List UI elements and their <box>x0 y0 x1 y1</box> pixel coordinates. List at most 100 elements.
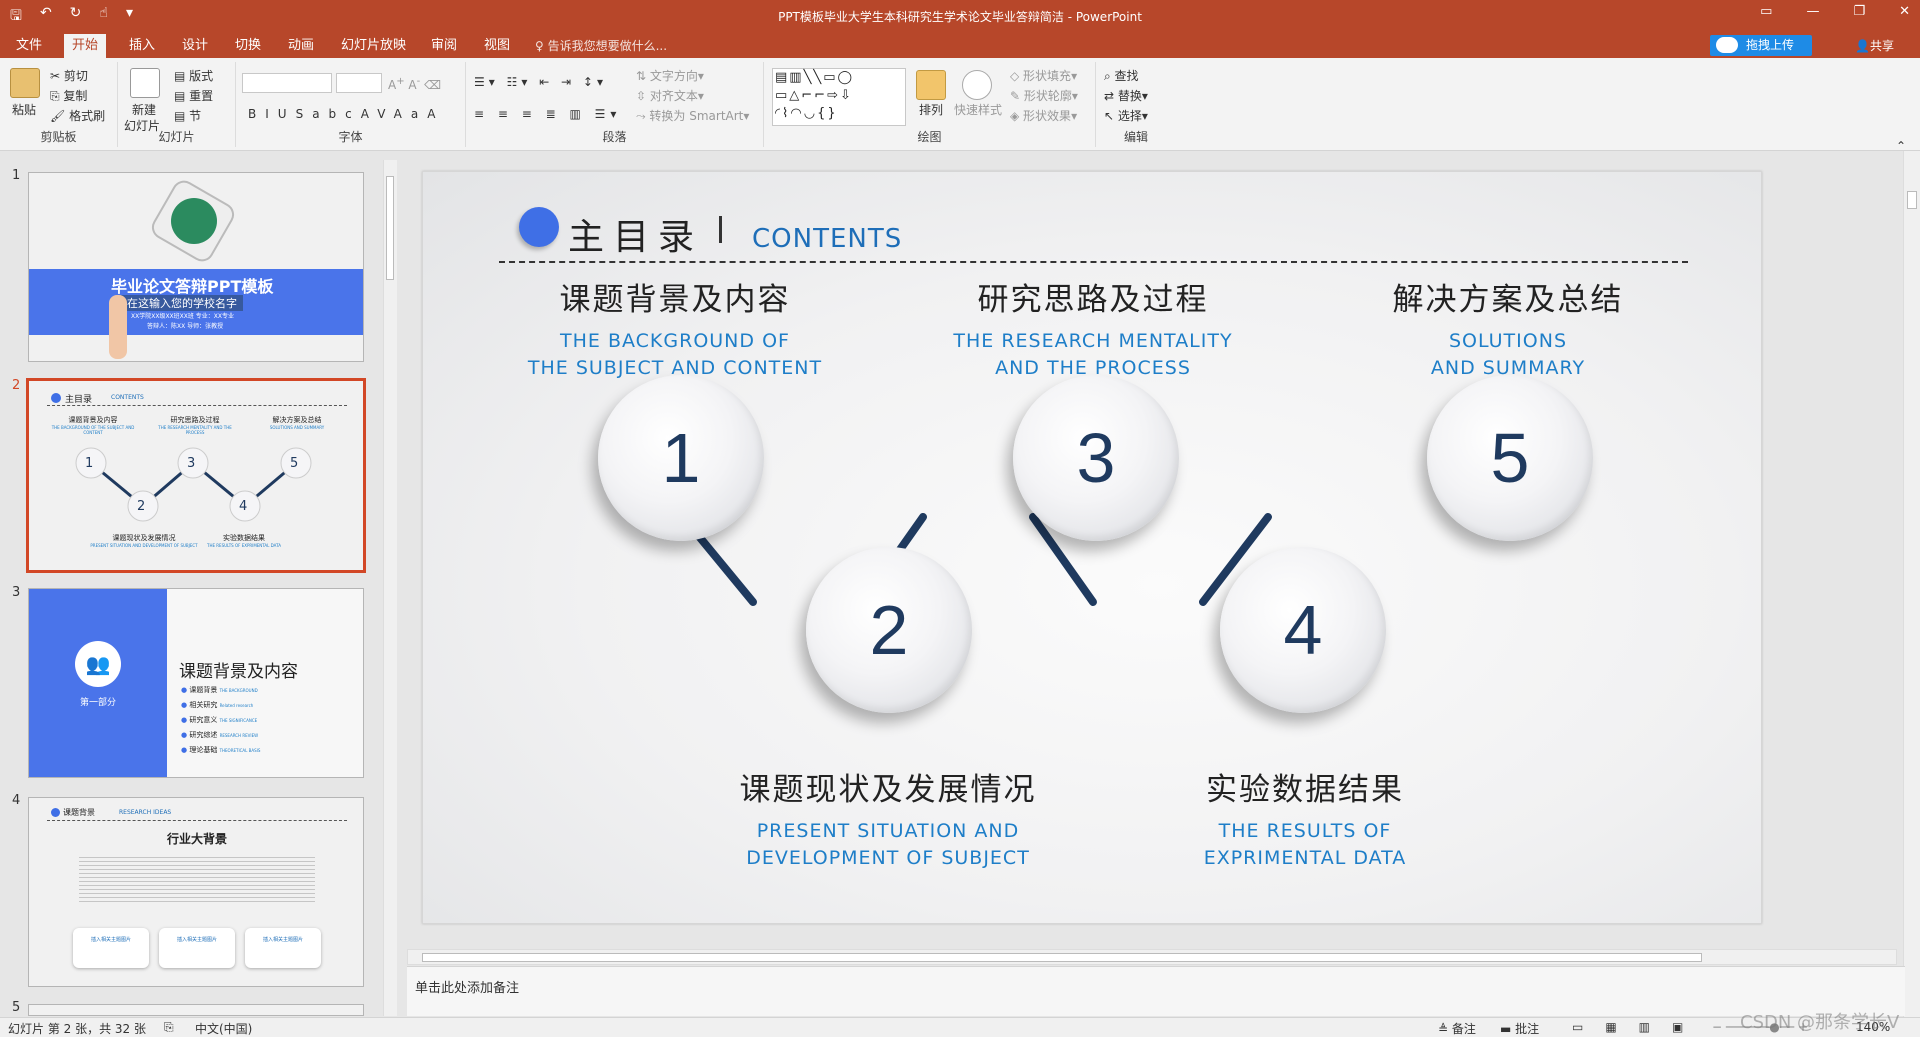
circle-2[interactable]: 2 <box>806 547 972 713</box>
caption-3[interactable]: 研究思路及过程 THE RESEARCH MENTALITY AND THE PR… <box>913 280 1273 382</box>
close-icon[interactable]: ✕ <box>1899 4 1910 19</box>
thumbnail-slide-2[interactable]: 主目录 CONTENTS 1 2 3 4 5 课题背景及内容 THE BACKGR… <box>26 378 366 573</box>
thumbnail-slide-1[interactable]: 毕业论文答辩PPT模板 在这输入您的学校名字 XX学院XX级XX班XX班 专业：… <box>28 172 364 362</box>
list-buttons[interactable]: ☰▾ ☷▾ ⇤ ⇥ ↕▾ <box>474 74 607 90</box>
font-format-buttons[interactable]: BIUSabcAVAaA <box>248 106 444 122</box>
notes-toggle[interactable]: ≜ 备注 <box>1438 1020 1476 1037</box>
caption-4-en-line1: THE RESULTS OF <box>1218 820 1392 842</box>
language-indicator[interactable]: 中文(中国) <box>195 1020 252 1037</box>
thumbnail-scrollbar[interactable] <box>383 160 397 1016</box>
notes-pane[interactable]: 单击此处添加备注 <box>407 966 1905 1016</box>
notes-placeholder[interactable]: 单击此处添加备注 <box>415 977 519 996</box>
arrange-button[interactable]: 排列 <box>919 102 943 118</box>
quick-styles-button[interactable]: 快速样式 <box>954 102 1002 118</box>
change-case-button[interactable]: Aa <box>394 107 428 121</box>
shapes-gallery[interactable]: ▤▥╲╲▭◯ ▭△⌐⌐⇨⇩ ◜⌇◠◡{} <box>772 68 906 126</box>
restore-icon[interactable]: ❐ <box>1853 4 1865 19</box>
shape-effects-button[interactable]: ◈ 形状效果▾ <box>1010 108 1077 124</box>
slide-scroll-thumb[interactable] <box>1907 191 1917 209</box>
thumb3-item: ● 课题背景 THE BACKGROUND <box>181 686 258 694</box>
new-slide-icon[interactable] <box>130 68 160 98</box>
minimize-icon[interactable]: — <box>1806 4 1819 19</box>
thumb2-cap-3-en: THE RESEARCH MENTALITY AND THE PROCESS <box>158 425 232 435</box>
char-spacing-button[interactable]: AV <box>361 107 394 121</box>
spellcheck-icon[interactable]: ⎘ <box>164 1020 174 1035</box>
horizontal-scroll-thumb[interactable] <box>422 953 1702 962</box>
comments-toggle[interactable]: ▬ 批注 <box>1500 1020 1539 1037</box>
thumb3-item-zh: 研究意义 <box>189 716 218 724</box>
cut-button[interactable]: ✂ 剪切 <box>50 68 88 84</box>
find-button[interactable]: ⌕ 查找 <box>1104 68 1139 84</box>
tab-file[interactable]: 文件 <box>8 34 50 58</box>
text-direction-label: 文字方向 <box>649 69 698 83</box>
align-buttons[interactable]: ≡ ≡ ≡ ≣ ▥ ☰▾ <box>474 106 621 122</box>
shape-fill-label: 形状填充 <box>1023 69 1072 83</box>
bold-button[interactable]: B <box>248 107 265 121</box>
caption-4-en: THE RESULTS OF EXPRIMENTAL DATA <box>1125 818 1485 872</box>
circle-1[interactable]: 1 <box>598 375 764 541</box>
font-color-button[interactable]: A <box>427 107 444 121</box>
view-buttons[interactable]: ▭▦▥▣ <box>1572 1020 1705 1034</box>
tab-view[interactable]: 视图 <box>476 34 518 58</box>
align-text-button[interactable]: ⇳ 对齐文本▾ <box>636 88 704 104</box>
section-button[interactable]: ▤ 节 <box>174 108 201 124</box>
caption-1[interactable]: 课题背景及内容 THE BACKGROUND OF THE SUBJECT AND… <box>495 280 855 382</box>
reset-button[interactable]: ▤ 重置 <box>174 88 213 104</box>
font-size-input[interactable] <box>336 73 382 93</box>
paste-button[interactable]: 粘贴 <box>12 102 36 118</box>
arrange-icon[interactable] <box>916 70 946 100</box>
thumbnail-scroll-thumb[interactable] <box>386 176 394 280</box>
thumb2-cap-1: 课题背景及内容 THE BACKGROUND OF THE SUBJECT AND… <box>49 415 137 435</box>
new-slide-button[interactable]: 新建 <box>132 102 156 118</box>
window-controls: ▭ — ❐ ✕ <box>1760 4 1910 19</box>
thumb4-title: 课题背景 <box>63 808 95 817</box>
slide-vertical-scrollbar[interactable] <box>1903 151 1920 1017</box>
select-button[interactable]: ↖ 选择▾ <box>1104 108 1148 124</box>
tab-animations[interactable]: 动画 <box>280 34 322 58</box>
caption-4[interactable]: 实验数据结果 THE RESULTS OF EXPRIMENTAL DATA <box>1125 770 1485 872</box>
layout-button[interactable]: ▤ 版式 <box>174 68 213 84</box>
circle-4[interactable]: 4 <box>1220 547 1386 713</box>
thumbnail-slide-5[interactable] <box>28 1004 364 1016</box>
paste-icon[interactable] <box>10 68 40 98</box>
notes-toggle-label: 备注 <box>1451 1022 1476 1036</box>
tab-review[interactable]: 审阅 <box>423 34 465 58</box>
thumbnail-slide-3[interactable]: 👥 第一部分 课题背景及内容 ● 课题背景 THE BACKGROUND ● 相… <box>28 588 364 778</box>
font-name-input[interactable] <box>242 73 332 93</box>
format-painter-button[interactable]: 🖌 格式刷 <box>50 108 105 124</box>
current-slide[interactable]: 主目录 CONTENTS 1 2 3 4 5 课题背景及内容 THE BACKG… <box>422 171 1762 924</box>
tell-me-search[interactable]: ♀ 告诉我您想要做什么... <box>535 34 667 58</box>
ribbon-display-icon[interactable]: ▭ <box>1760 4 1772 19</box>
caption-5-en-line1: SOLUTIONS <box>1449 330 1567 352</box>
drawing-group: ▤▥╲╲▭◯ ▭△⌐⌐⇨⇩ ◜⌇◠◡{} 排列 快速样式 ◇ 形状填充▾ ✎ 形状轮… <box>764 62 1096 147</box>
shape-outline-button[interactable]: ✎ 形状轮廓▾ <box>1010 88 1078 104</box>
circle-5[interactable]: 5 <box>1427 375 1593 541</box>
caption-1-en-line1: THE BACKGROUND OF <box>560 330 790 352</box>
upload-button[interactable]: 拖拽上传 <box>1710 35 1812 56</box>
tab-transitions[interactable]: 切换 <box>227 34 269 58</box>
clipboard-group-label: 剪贴板 <box>40 130 77 144</box>
slide-horizontal-scrollbar[interactable] <box>407 949 1897 965</box>
smartart-button[interactable]: ⤳ 转换为 SmartArt▾ <box>636 108 749 124</box>
caption-5[interactable]: 解决方案及总结 SOLUTIONS AND SUMMARY <box>1328 280 1688 382</box>
thumb3-list: ● 课题背景 THE BACKGROUND ● 相关研究 Related res… <box>181 683 260 758</box>
thumb2-cap-2-en: PRESENT SITUATION AND DEVELOPMENT OF SUB… <box>90 543 198 548</box>
thumbnail-slide-4[interactable]: 课题背景 RESEARCH IDEAS 行业大背景 插入相关主题图片 插入相关主… <box>28 797 364 987</box>
tab-home[interactable]: 开始 <box>64 34 107 58</box>
shape-fill-button[interactable]: ◇ 形状填充▾ <box>1010 68 1077 84</box>
copy-button[interactable]: ⎘ 复制 <box>50 88 87 104</box>
grow-font-icon[interactable]: A+ A- ⌫ <box>388 74 441 93</box>
caption-2[interactable]: 课题现状及发展情况 PRESENT SITUATION AND DEVELOPME… <box>708 770 1068 872</box>
share-button[interactable]: 👤共享 <box>1855 34 1894 58</box>
circle-3[interactable]: 3 <box>1013 375 1179 541</box>
quick-styles-icon[interactable] <box>962 70 992 100</box>
tab-insert[interactable]: 插入 <box>121 34 163 58</box>
italic-button[interactable]: I <box>265 107 278 121</box>
shadow-button[interactable]: S <box>296 107 313 121</box>
tab-slideshow[interactable]: 幻灯片放映 <box>333 34 414 58</box>
strikethrough-button[interactable]: abc <box>312 107 361 121</box>
replace-button[interactable]: ⇄ 替换▾ <box>1104 88 1148 104</box>
underline-button[interactable]: U <box>278 107 296 121</box>
text-direction-button[interactable]: ⇅ 文字方向▾ <box>636 68 704 84</box>
tab-design[interactable]: 设计 <box>174 34 216 58</box>
